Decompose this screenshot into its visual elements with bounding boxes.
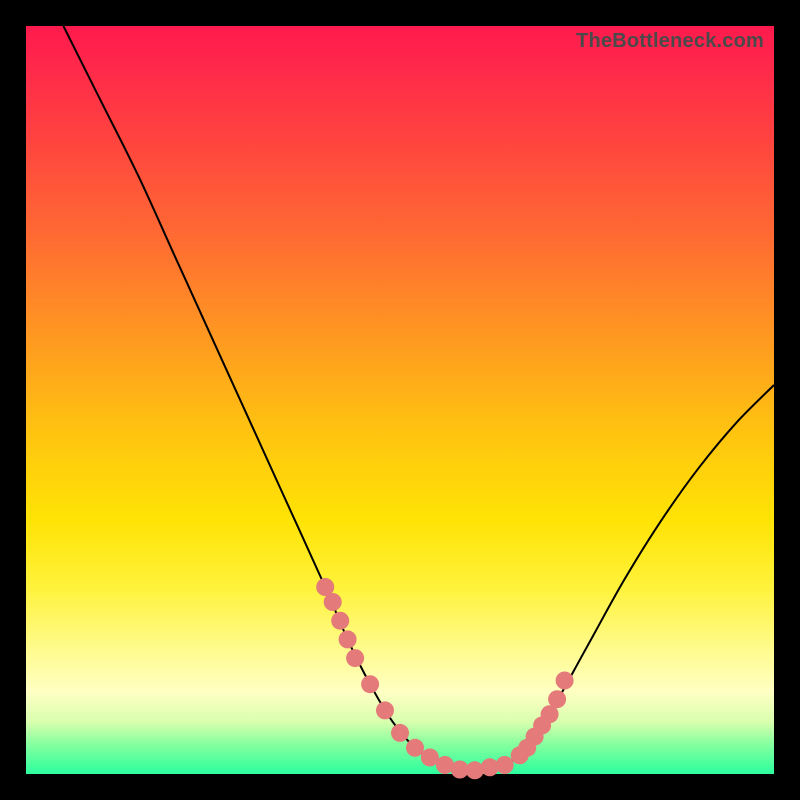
- chart-overlay: [26, 26, 774, 774]
- plot-area: TheBottleneck.com: [26, 26, 774, 774]
- outer-frame: TheBottleneck.com: [0, 0, 800, 800]
- highlight-dots: [316, 578, 573, 779]
- bottleneck-curve: [63, 26, 774, 771]
